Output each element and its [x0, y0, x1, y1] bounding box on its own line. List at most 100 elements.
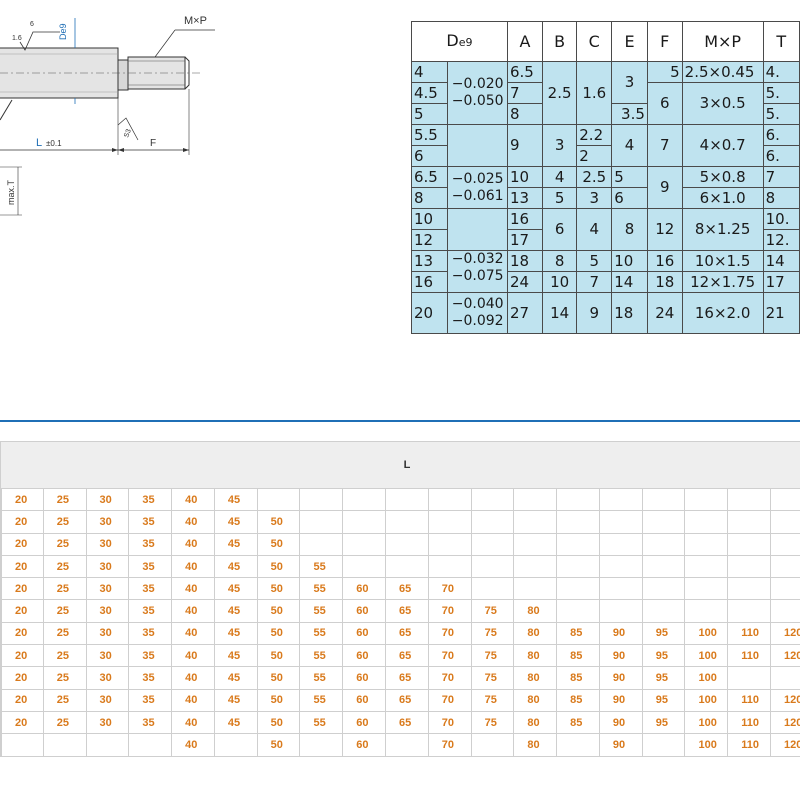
length-cell: 55: [299, 710, 344, 735]
length-cell: [770, 487, 800, 512]
length-cell: 100: [684, 710, 729, 735]
length-cell: 80: [513, 733, 558, 757]
cell-t: 5.: [762, 103, 800, 125]
length-header-row: L: [0, 441, 800, 489]
length-cell: 90: [598, 688, 643, 712]
length-cell: 20: [1, 599, 44, 623]
cell-d: 5.5: [410, 124, 449, 146]
length-cell: 20: [1, 710, 44, 735]
length-cell: 120: [770, 621, 800, 646]
cell-f: 9: [646, 166, 683, 209]
cell-e: 10: [611, 250, 648, 272]
length-cell: 95: [641, 688, 686, 712]
length-cell: [513, 577, 558, 601]
cell-t: 6.: [762, 124, 800, 146]
length-cell: 45: [213, 532, 258, 556]
length-cell: [598, 532, 643, 556]
length-cell: 20: [1, 510, 44, 534]
section-divider: [0, 420, 800, 422]
length-tol-label: ±0.1: [46, 139, 62, 148]
cell-mp: 5×0.8: [681, 166, 764, 188]
cell-b: 5: [541, 187, 578, 209]
cell-b: 6: [541, 208, 578, 251]
length-row: 20 25 30 35 40 45 50 55 60 65 70 75 80: [0, 599, 800, 623]
length-cell: 90: [598, 644, 643, 668]
length-row: 20 25 30 35 40 45 50 55 60 65 70 75 80 85 90 95 100 110 12…: [0, 621, 800, 646]
length-cell: 35: [128, 666, 173, 690]
length-cell: 75: [470, 599, 515, 623]
length-cell: 70: [427, 733, 472, 757]
header-mp: M×P: [681, 21, 764, 62]
length-cell: [556, 733, 600, 757]
cell-c: 5: [576, 250, 613, 272]
cell-f: 24: [646, 292, 683, 334]
length-cell: [770, 554, 800, 579]
length-cell: 60: [342, 733, 387, 757]
cell-b: 3: [541, 124, 578, 167]
length-cell: 35: [128, 510, 173, 534]
length-cell: [128, 733, 173, 757]
length-cell: 60: [342, 621, 387, 646]
length-cell: 90: [598, 621, 643, 646]
length-cell: [385, 510, 429, 534]
length-cell: 30: [85, 621, 130, 646]
length-cell: 30: [85, 532, 130, 556]
cell-f: 16: [646, 250, 683, 272]
cell-e: 8: [611, 208, 648, 251]
length-cell: 50: [256, 644, 301, 668]
length-cell: 85: [556, 688, 600, 712]
length-table: L 20 25 30 35 40 45 20 25 30 35 40 45 50 20 25 30 35 40 45…: [0, 441, 800, 757]
length-cell: 55: [299, 666, 344, 690]
length-cell: 65: [385, 644, 429, 668]
cell-f: 18: [646, 271, 683, 293]
cell-t: 10.: [762, 208, 800, 230]
length-cell: [342, 487, 387, 512]
cell-c: 3: [576, 187, 613, 209]
length-cell: 70: [427, 666, 472, 690]
length-cell: [770, 532, 800, 556]
length-cell: 40: [171, 710, 215, 735]
cell-f: 12: [646, 208, 683, 251]
length-cell: [342, 554, 387, 579]
length-cell: 30: [85, 644, 130, 668]
cell-tol: −0.032 −0.075: [447, 250, 508, 293]
length-cell: 40: [171, 577, 215, 601]
length-cell: 90: [598, 733, 643, 757]
length-cell: 100: [684, 621, 729, 646]
length-cell: 50: [256, 621, 301, 646]
cell-tol: −0.020 −0.050: [447, 61, 508, 125]
length-cell: [727, 666, 772, 690]
length-cell: [427, 532, 472, 556]
length-row: 20 25 30 35 40 45 50 55 60 65 70 75 80 85 90 95 100 110 12…: [0, 710, 800, 735]
length-cell: 20: [1, 554, 44, 579]
cell-a: 16: [506, 208, 543, 230]
length-cell: 80: [513, 688, 558, 712]
length-cell: 75: [470, 710, 515, 735]
length-cell: [256, 487, 301, 512]
cell-c: 2.2: [576, 124, 613, 146]
header-a: A: [506, 21, 543, 62]
length-cell: 80: [513, 599, 558, 623]
cell-tol: [447, 208, 508, 251]
length-cell: 95: [641, 710, 686, 735]
length-cell: [684, 532, 729, 556]
length-cell: [598, 577, 643, 601]
length-cell: [727, 487, 772, 512]
length-cell: 60: [342, 599, 387, 623]
length-section: L 20 25 30 35 40 45 20 25 30 35 40 45 50 20 25 30 35 40 45…: [0, 420, 800, 757]
length-row: 20 25 30 35 40 45 50 55 60 65 70: [0, 577, 800, 601]
length-cell: [85, 733, 130, 757]
cell-b: 4: [541, 166, 578, 188]
length-cell: 65: [385, 666, 429, 690]
cell-e: 6: [611, 187, 648, 209]
length-cell: [641, 532, 686, 556]
cell-d: 6: [410, 145, 449, 167]
length-cell: 50: [256, 710, 301, 735]
length-row: 20 25 30 35 40 45 50 55: [0, 554, 800, 579]
length-cell: 85: [556, 621, 600, 646]
length-cell: 110: [727, 688, 772, 712]
cell-c: 4: [576, 208, 613, 251]
length-cell: [641, 599, 686, 623]
length-cell: 50: [256, 688, 301, 712]
length-cell: 30: [85, 554, 130, 579]
